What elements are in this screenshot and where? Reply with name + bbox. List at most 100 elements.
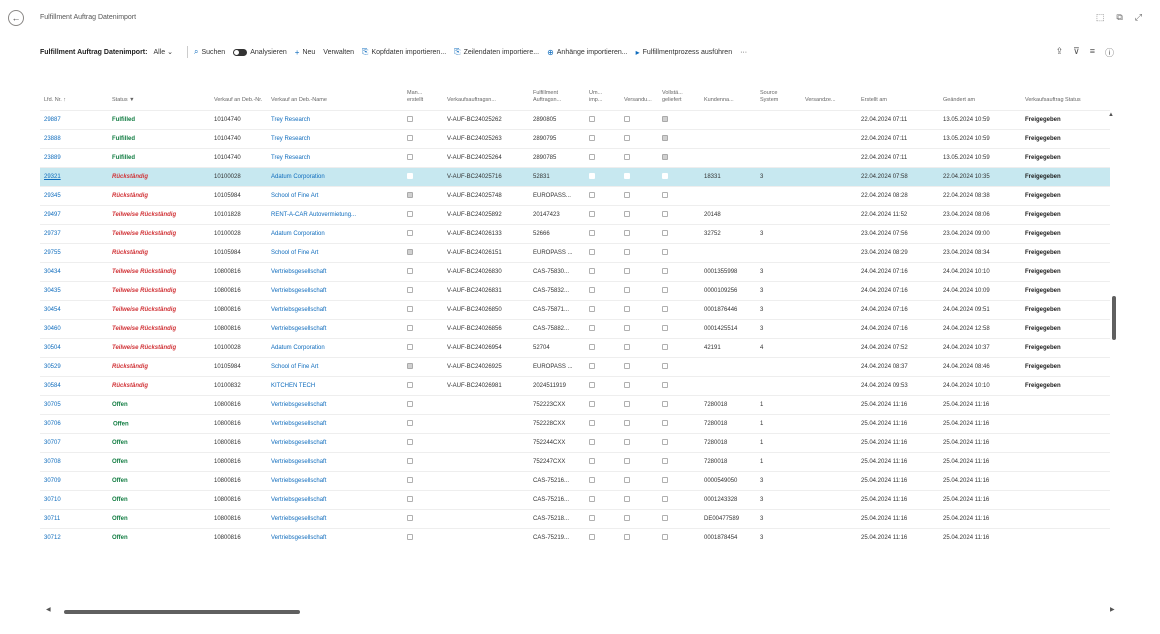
more-options-button[interactable]: ··· (740, 49, 747, 56)
column-header[interactable]: Kundenna... (700, 78, 756, 110)
row-number-link[interactable]: 29345 (40, 185, 108, 205)
table-row[interactable]: 23889 Fulfilled 10104740 Trey Research V-AUF… (40, 147, 1110, 167)
customer-name-link[interactable]: School of Fine Art (267, 242, 403, 262)
table-row[interactable]: 30712 Offen 10800816 Vertriebsgesellschaft C… (40, 527, 1110, 547)
row-number-link[interactable]: 30707 (40, 432, 108, 452)
manage-menu[interactable]: Verwalten (323, 49, 354, 56)
table-row[interactable]: 30504 Teilweise Rückständig 10100028 Adatum… (40, 337, 1110, 357)
info-icon[interactable]: ⓘ (1105, 46, 1114, 59)
expand-icon[interactable]: ⤢ (1135, 12, 1142, 23)
customer-name-link[interactable]: Vertriebsgesellschaft (267, 413, 403, 433)
row-number-link[interactable]: 23889 (40, 147, 108, 167)
row-number-link[interactable]: 30705 (40, 394, 108, 414)
scroll-up-arrow-icon[interactable]: ▲ (1108, 112, 1114, 118)
row-number-link[interactable]: 30460 (40, 318, 108, 338)
bookmark-icon[interactable]: ⬚ (1096, 12, 1105, 23)
open-new-window-icon[interactable]: ⧉ (1116, 12, 1122, 23)
row-number-link[interactable]: 29755 (40, 242, 108, 262)
customer-name-link[interactable]: Adatum Corporation (267, 223, 403, 243)
table-row[interactable]: 30711 Offen 10800816 Vertriebsgesellschaft C… (40, 508, 1110, 528)
column-header[interactable]: Verkauf an Deb.-Nr. (210, 78, 267, 110)
table-row[interactable]: 30584 Rückständig 10100832 KITCHEN TECH V-AU… (40, 375, 1110, 395)
table-row[interactable]: 30708 Offen 10800816 Vertriebsgesellschaft 7… (40, 451, 1110, 471)
column-header[interactable]: Verkaufsauftrag Status (1021, 78, 1110, 110)
table-row[interactable]: 29497 Teilweise Rückständig 10101828 RENT-A… (40, 204, 1110, 224)
column-header[interactable]: Versandze... (801, 78, 857, 110)
table-row[interactable]: 30707 Offen 10800816 Vertriebsgesellschaft 7… (40, 432, 1110, 452)
view-filter-dropdown[interactable]: Alle ⌄ (153, 48, 173, 56)
column-header[interactable]: Um... imp... (585, 78, 620, 110)
customer-name-link[interactable]: Trey Research (267, 128, 403, 148)
import-lines-button[interactable]: ⎘ Zeilendaten importiere... (454, 47, 539, 57)
customer-name-link[interactable]: Trey Research (267, 109, 403, 129)
vertical-scrollbar[interactable] (1112, 296, 1116, 340)
customer-name-link[interactable]: Vertriebsgesellschaft (267, 394, 403, 414)
row-number-link[interactable]: 30504 (40, 337, 108, 357)
search-button[interactable]: ⌕ Suchen (194, 47, 225, 57)
table-row[interactable]: 30706 Offen 10800816 Vertriebsgesellschaft 7… (40, 413, 1110, 433)
run-process-button[interactable]: ▸ Fulfillmentprozess ausführen (636, 48, 733, 57)
scroll-left-arrow-icon[interactable]: ◀ (46, 606, 51, 613)
customer-name-link[interactable]: Trey Research (267, 147, 403, 167)
new-button[interactable]: + Neu (295, 48, 316, 57)
scroll-right-arrow-icon[interactable]: ▶ (1110, 606, 1115, 613)
column-header[interactable]: Verkauf an Deb.-Name (267, 78, 403, 110)
table-row[interactable]: 29737 Teilweise Rückständig 10100028 Adatum… (40, 223, 1110, 243)
customer-name-link[interactable]: Adatum Corporation (267, 337, 403, 357)
table-row[interactable]: 30435 Teilweise Rückständig 10800816 Vertri… (40, 280, 1110, 300)
column-header[interactable]: Vollstä... geliefert (658, 78, 700, 110)
column-header[interactable]: Man... erstellt (403, 78, 443, 110)
row-number-link[interactable]: 30710 (40, 489, 108, 509)
column-header[interactable]: Fulfillment Auftragsn... (529, 78, 585, 110)
row-number-link[interactable]: 30709 (40, 470, 108, 490)
column-header[interactable]: Status ▼ (108, 78, 210, 110)
list-view-icon[interactable]: ≡ (1090, 46, 1095, 59)
column-header[interactable]: Source System (756, 78, 801, 110)
import-attachments-button[interactable]: ⊕ Anhänge importieren... (547, 48, 628, 57)
customer-name-link[interactable]: School of Fine Art (267, 356, 403, 376)
filter-icon[interactable]: ⊽ (1073, 46, 1080, 59)
back-arrow-icon[interactable]: ← (8, 10, 24, 26)
table-row[interactable]: 30710 Offen 10800816 Vertriebsgesellschaft C… (40, 489, 1110, 509)
column-header[interactable]: Geändert am (939, 78, 1021, 110)
customer-name-link[interactable]: Vertriebsgesellschaft (267, 299, 403, 319)
analyze-toggle[interactable]: Analysieren (233, 48, 287, 56)
table-row[interactable]: 29755 Rückständig 10105984 School of Fine A… (40, 242, 1110, 262)
row-number-link[interactable]: 29887 (40, 109, 108, 129)
row-number-link[interactable]: 30529 (40, 356, 108, 376)
row-number-link[interactable]: 29321 (40, 166, 108, 186)
row-number-link[interactable]: 30435 (40, 280, 108, 300)
horizontal-scrollbar[interactable] (64, 610, 300, 614)
customer-name-link[interactable]: Vertriebsgesellschaft (267, 508, 403, 528)
table-row[interactable]: 30529 Rückständig 10105984 School of Fine A… (40, 356, 1110, 376)
import-heads-button[interactable]: ⎘ Kopfdaten importieren... (362, 47, 446, 57)
share-icon[interactable]: ⇪ (1056, 46, 1064, 59)
row-number-link[interactable]: 30712 (40, 527, 108, 547)
customer-name-link[interactable]: Vertriebsgesellschaft (267, 432, 403, 452)
table-row[interactable]: 30454 Teilweise Rückständig 10800816 Vertri… (40, 299, 1110, 319)
customer-name-link[interactable]: Vertriebsgesellschaft (267, 318, 403, 338)
customer-name-link[interactable]: RENT-A-CAR Autovermietung... (267, 204, 403, 224)
table-row[interactable]: 30705 Offen 10800816 Vertriebsgesellschaft 7… (40, 394, 1110, 414)
row-number-link[interactable]: 30584 (40, 375, 108, 395)
column-header[interactable]: Erstellt am (857, 78, 939, 110)
customer-name-link[interactable]: Adatum Corporation (267, 166, 403, 186)
row-number-link[interactable]: 29497 (40, 204, 108, 224)
customer-name-link[interactable]: Vertriebsgesellschaft (267, 489, 403, 509)
column-header[interactable]: Verkaufsauftragsn... (443, 78, 529, 110)
customer-name-link[interactable]: Vertriebsgesellschaft (267, 451, 403, 471)
table-row[interactable]: 30460 Teilweise Rückständig 10800816 Vertri… (40, 318, 1110, 338)
customer-name-link[interactable]: Vertriebsgesellschaft (267, 527, 403, 547)
customer-name-link[interactable]: Vertriebsgesellschaft (267, 470, 403, 490)
customer-name-link[interactable]: KITCHEN TECH (267, 375, 403, 395)
table-row[interactable]: 30709 Offen 10800816 Vertriebsgesellschaft C… (40, 470, 1110, 490)
row-number-link[interactable]: 30708 (40, 451, 108, 471)
row-number-link[interactable]: 30434 (40, 261, 108, 281)
column-header[interactable]: Versandu... (620, 78, 658, 110)
column-header[interactable]: Lfd. Nr. ↑ (40, 78, 108, 110)
table-row[interactable]: 23888 Fulfilled 10104740 Trey Research V-AUF… (40, 128, 1110, 148)
row-number-link[interactable]: 30454 (40, 299, 108, 319)
customer-name-link[interactable]: School of Fine Art (267, 185, 403, 205)
row-number-link[interactable]: 23888 (40, 128, 108, 148)
table-row[interactable]: 30434 Teilweise Rückständig 10800816 Vertri… (40, 261, 1110, 281)
